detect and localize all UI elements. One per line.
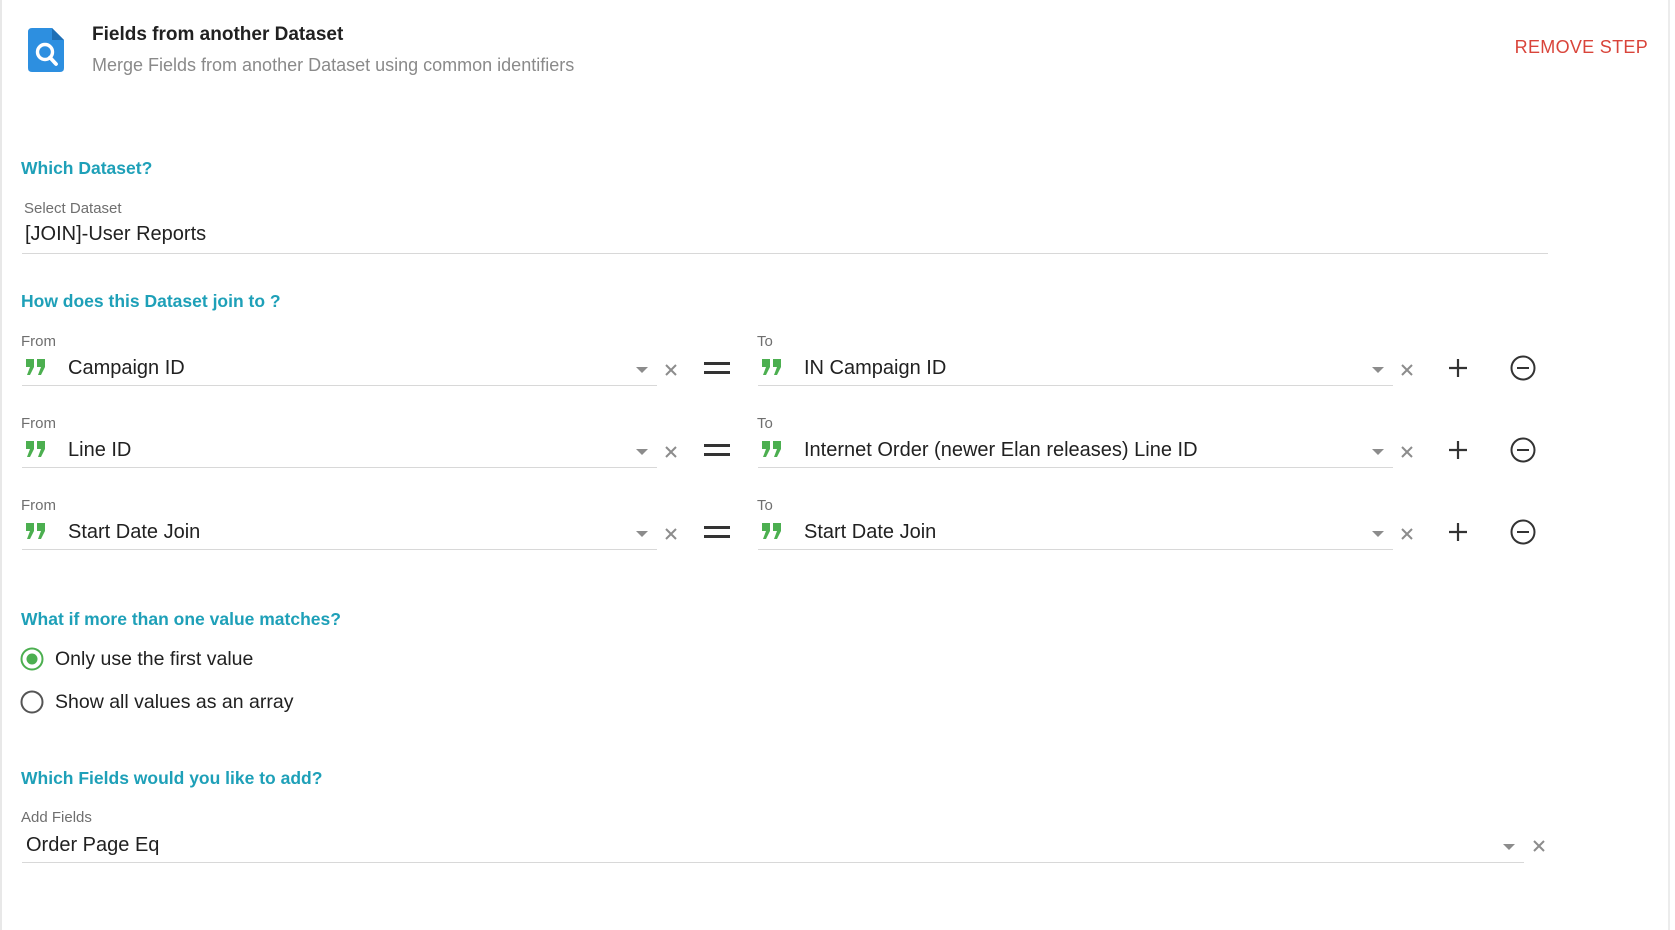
add-join-row-icon[interactable] — [1447, 357, 1469, 379]
chevron-down-icon[interactable] — [636, 449, 648, 455]
to-label: To — [757, 497, 773, 514]
radio-label-first-value[interactable]: Only use the first value — [55, 648, 253, 671]
remove-join-row-icon[interactable] — [1509, 436, 1537, 464]
from-field-underline — [22, 467, 657, 468]
radio-unselected-icon[interactable] — [20, 690, 44, 714]
which-dataset-heading: Which Dataset? — [21, 158, 153, 178]
remove-join-row-icon[interactable] — [1509, 354, 1537, 382]
radio-option-array[interactable]: Show all values as an array — [20, 688, 420, 718]
from-field-select[interactable]: Campaign ID — [68, 357, 185, 380]
radio-selected-icon[interactable] — [20, 647, 44, 671]
add-fields-value[interactable]: Order Page Eq — [26, 834, 159, 857]
from-field-select[interactable]: Start Date Join — [68, 521, 200, 544]
select-dataset-label: Select Dataset — [24, 200, 122, 217]
add-join-row-icon[interactable] — [1447, 521, 1469, 543]
step-title: Fields from another Dataset — [92, 24, 344, 45]
from-field-underline — [22, 549, 657, 550]
to-field-underline — [758, 385, 1393, 386]
radio-label-array[interactable]: Show all values as an array — [55, 691, 293, 714]
equals-icon — [704, 526, 730, 538]
clear-from-icon[interactable] — [663, 526, 679, 542]
to-field-select[interactable]: Internet Order (newer Elan releases) Lin… — [804, 439, 1198, 462]
remove-step-button[interactable]: REMOVE STEP — [1500, 37, 1648, 58]
add-fields-heading: Which Fields would you like to add? — [21, 768, 323, 788]
add-fields-underline — [22, 862, 1524, 863]
dataset-search-icon — [28, 28, 64, 72]
chevron-down-icon[interactable] — [1372, 449, 1384, 455]
merge-fields-step-card: Fields from another Dataset Merge Fields… — [0, 0, 1675, 930]
chevron-down-icon[interactable] — [1503, 844, 1515, 850]
clear-to-icon[interactable] — [1399, 362, 1415, 378]
clear-to-icon[interactable] — [1399, 444, 1415, 460]
text-field-quote-icon — [762, 441, 781, 457]
to-field-underline — [758, 549, 1393, 550]
from-label: From — [21, 333, 56, 350]
to-label: To — [757, 415, 773, 432]
clear-fields-icon[interactable] — [1531, 838, 1547, 854]
text-field-quote-icon — [762, 359, 781, 375]
to-field-select[interactable]: Start Date Join — [804, 521, 936, 544]
clear-to-icon[interactable] — [1399, 526, 1415, 542]
radio-option-first-value[interactable]: Only use the first value — [20, 645, 420, 675]
add-join-row-icon[interactable] — [1447, 439, 1469, 461]
text-field-quote-icon — [26, 359, 45, 375]
to-label: To — [757, 333, 773, 350]
from-label: From — [21, 497, 56, 514]
step-subtitle: Merge Fields from another Dataset using … — [92, 55, 575, 75]
select-dataset-value: [JOIN]-User Reports — [25, 223, 207, 245]
text-field-quote-icon — [762, 523, 781, 539]
chevron-down-icon[interactable] — [1372, 367, 1384, 373]
from-field-select[interactable]: Line ID — [68, 439, 131, 462]
remove-join-row-icon[interactable] — [1509, 518, 1537, 546]
to-field-select[interactable]: IN Campaign ID — [804, 357, 946, 380]
from-label: From — [21, 415, 56, 432]
select-dataset-underline — [22, 253, 1548, 254]
join-row: From Line ID To Internet Order (newer El… — [0, 412, 1675, 474]
add-fields-label: Add Fields — [21, 809, 92, 826]
text-field-quote-icon — [26, 523, 45, 539]
text-field-quote-icon — [26, 441, 45, 457]
chevron-down-icon[interactable] — [636, 531, 648, 537]
multiple-matches-heading: What if more than one value matches? — [21, 609, 341, 629]
join-row: From Campaign ID To IN Campaign ID — [0, 330, 1675, 392]
join-row: From Start Date Join To Start Date Join — [0, 494, 1675, 556]
join-heading: How does this Dataset join to ? — [21, 291, 281, 311]
equals-icon — [704, 444, 730, 456]
clear-from-icon[interactable] — [663, 444, 679, 460]
select-dataset-field[interactable]: Select Dataset [JOIN]-User Reports — [22, 199, 1548, 255]
clear-from-icon[interactable] — [663, 362, 679, 378]
from-field-underline — [22, 385, 657, 386]
equals-icon — [704, 362, 730, 374]
to-field-underline — [758, 467, 1393, 468]
chevron-down-icon[interactable] — [1372, 531, 1384, 537]
chevron-down-icon[interactable] — [636, 367, 648, 373]
